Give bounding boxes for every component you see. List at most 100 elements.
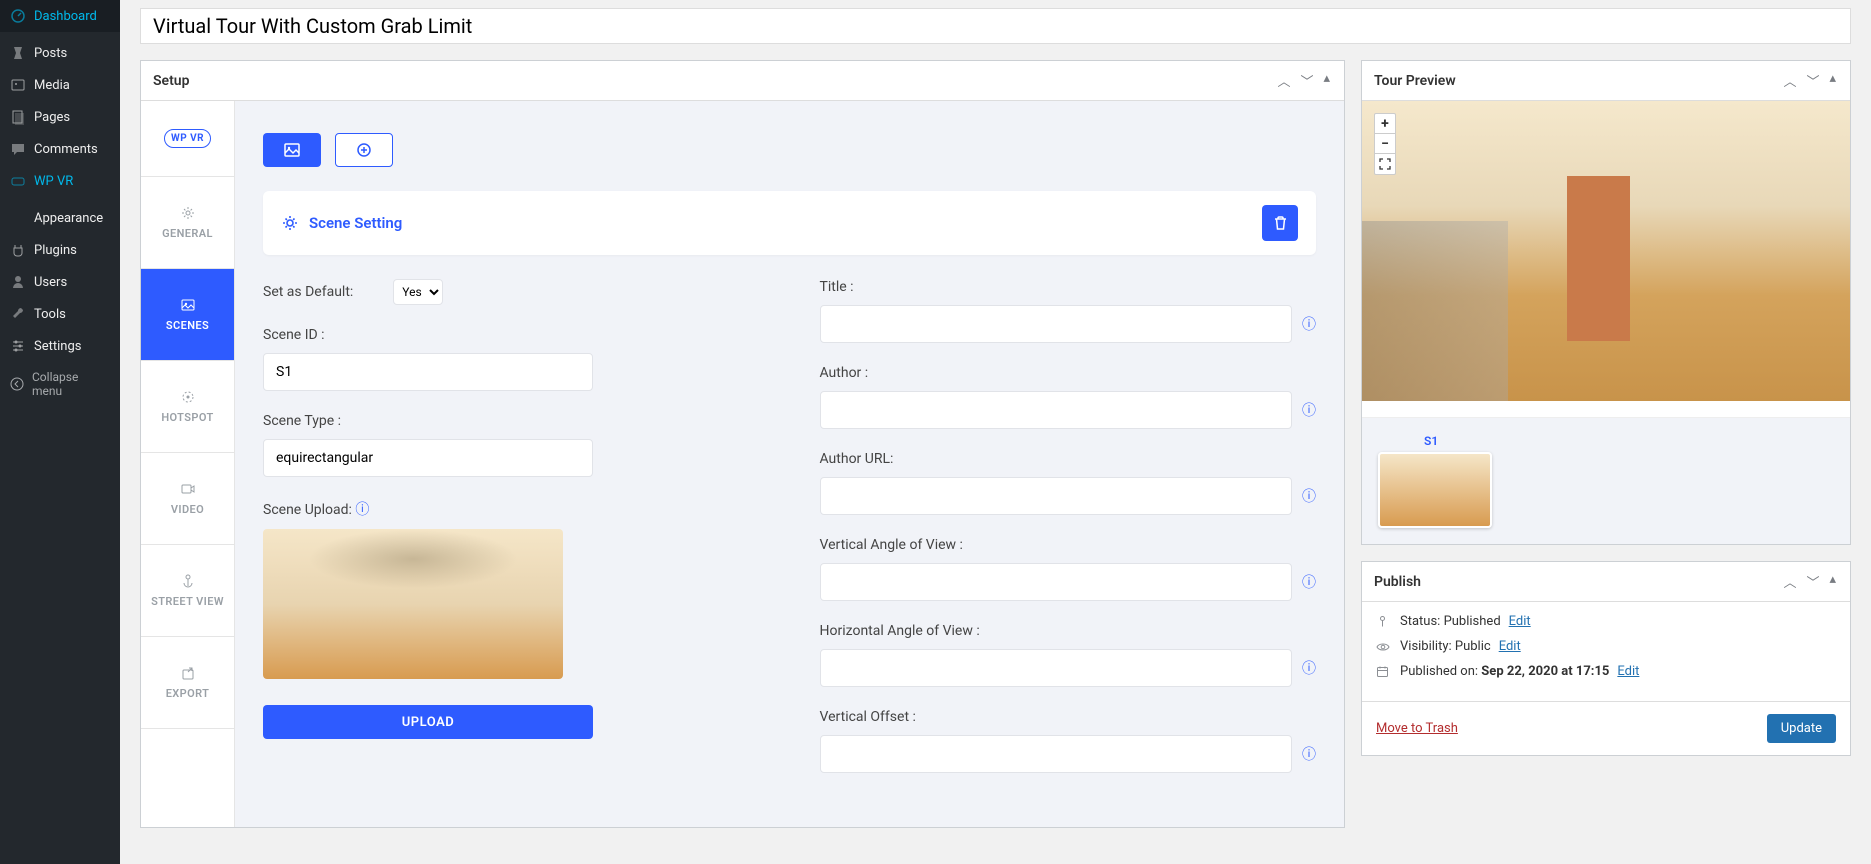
menu-label: Comments (34, 142, 98, 157)
menu-dashboard[interactable]: Dashboard (0, 0, 120, 32)
tour-preview-viewport[interactable]: + − (1362, 101, 1850, 401)
tab-label: STREET VIEW (151, 595, 224, 608)
media-icon (10, 77, 26, 93)
edit-visibility-link[interactable]: Edit (1499, 639, 1521, 654)
setup-metabox: Setup ︿ ﹀ ▴ WP VR (140, 60, 1345, 828)
zoom-out-button[interactable]: − (1375, 134, 1395, 154)
admin-sidebar: Dashboard Posts Media Pages Comments WP … (0, 0, 120, 864)
tab-general[interactable]: GENERAL (141, 177, 234, 269)
panel-down-icon[interactable]: ﹀ (1804, 71, 1821, 90)
users-icon (10, 274, 26, 290)
menu-wpvr[interactable]: WP VR (0, 165, 120, 197)
anchor-icon (180, 573, 196, 589)
title-input[interactable] (820, 305, 1293, 343)
zoom-in-button[interactable]: + (1375, 114, 1395, 134)
v-offset-input[interactable] (820, 735, 1293, 773)
menu-label: Plugins (34, 243, 77, 258)
publish-metabox: Publish ︿ ﹀ ▴ Status: Published Edit (1361, 561, 1851, 756)
gallery-item[interactable]: S1 (1378, 434, 1492, 528)
panel-up-icon[interactable]: ︿ (1275, 71, 1292, 90)
info-icon[interactable]: ⓘ (355, 502, 369, 518)
setup-content-panel: Scene Setting Set as Defa (235, 101, 1344, 827)
edit-date-link[interactable]: Edit (1617, 664, 1639, 679)
v-angle-label: Vertical Angle of View : (820, 537, 1317, 553)
pin-icon (10, 45, 26, 61)
tour-preview-metabox: Tour Preview ︿ ﹀ ▴ + (1361, 60, 1851, 545)
panel-toggle-icon[interactable]: ▴ (1827, 572, 1838, 591)
menu-users[interactable]: Users (0, 266, 120, 298)
tab-street-view[interactable]: STREET VIEW (141, 545, 234, 637)
post-title-input[interactable] (140, 8, 1851, 44)
menu-tools[interactable]: Tools (0, 298, 120, 330)
tab-video[interactable]: VIDEO (141, 453, 234, 545)
panel-toggle-icon[interactable]: ▴ (1321, 71, 1332, 90)
panel-down-icon[interactable]: ﹀ (1298, 71, 1315, 90)
h-angle-input[interactable] (820, 649, 1293, 687)
scene-id-input[interactable] (263, 353, 593, 391)
delete-scene-button[interactable] (1262, 205, 1298, 241)
panel-up-icon[interactable]: ︿ (1781, 71, 1798, 90)
tab-hotspot[interactable]: HOTSPOT (141, 361, 234, 453)
info-icon[interactable]: ⓘ (1302, 486, 1316, 506)
info-icon[interactable]: ⓘ (1302, 572, 1316, 592)
dashboard-icon (10, 8, 26, 24)
menu-appearance[interactable]: Appearance (0, 202, 120, 234)
v-offset-label: Vertical Offset : (820, 709, 1317, 725)
tab-scenes[interactable]: SCENES (141, 269, 234, 361)
scene-gallery: S1 (1362, 417, 1850, 544)
wrench-icon (10, 306, 26, 322)
info-icon[interactable]: ⓘ (1302, 400, 1316, 420)
info-icon[interactable]: ⓘ (1302, 658, 1316, 678)
vr-icon (10, 173, 26, 189)
fullscreen-button[interactable] (1375, 154, 1395, 174)
menu-pages[interactable]: Pages (0, 101, 120, 133)
wpvr-logo: WP VR (141, 101, 234, 177)
setup-tab-rail: WP VR GENERAL SCENES (141, 101, 235, 827)
video-icon (180, 481, 196, 497)
publish-heading: Publish (1374, 574, 1421, 590)
v-angle-input[interactable] (820, 563, 1293, 601)
set-default-select[interactable]: Yes (393, 279, 443, 305)
scene-setting-title: Scene Setting (309, 214, 402, 232)
panel-toggle-icon[interactable]: ▴ (1827, 71, 1838, 90)
export-icon (180, 665, 196, 681)
tab-export[interactable]: EXPORT (141, 637, 234, 729)
upload-button[interactable]: UPLOAD (263, 705, 593, 739)
tab-label: GENERAL (162, 227, 213, 240)
main-content: Setup ︿ ﹀ ▴ WP VR (120, 0, 1871, 864)
gear-icon (281, 214, 299, 232)
menu-plugins[interactable]: Plugins (0, 234, 120, 266)
sliders-icon (10, 338, 26, 354)
move-to-trash-link[interactable]: Move to Trash (1376, 721, 1458, 736)
scene-tab-1[interactable] (263, 133, 321, 167)
scene-tab-add[interactable] (335, 133, 393, 167)
image-icon (284, 143, 300, 157)
menu-label: Appearance (34, 211, 103, 226)
info-icon[interactable]: ⓘ (1302, 744, 1316, 764)
scene-type-label: Scene Type : (263, 413, 760, 429)
menu-posts[interactable]: Posts (0, 37, 120, 69)
author-label: Author : (820, 365, 1317, 381)
author-input[interactable] (820, 391, 1293, 429)
panel-up-icon[interactable]: ︿ (1781, 572, 1798, 591)
menu-media[interactable]: Media (0, 69, 120, 101)
info-icon[interactable]: ⓘ (1302, 314, 1316, 334)
plus-icon (357, 143, 371, 157)
author-url-input[interactable] (820, 477, 1293, 515)
collapse-menu[interactable]: Collapse menu (0, 362, 120, 406)
title-label: Title : (820, 279, 1317, 295)
pin-icon (1376, 615, 1392, 628)
scene-type-input[interactable] (263, 439, 593, 477)
menu-label: WP VR (34, 174, 73, 189)
trash-icon (1273, 215, 1288, 231)
edit-status-link[interactable]: Edit (1509, 614, 1531, 629)
panel-down-icon[interactable]: ﹀ (1804, 572, 1821, 591)
menu-comments[interactable]: Comments (0, 133, 120, 165)
gallery-thumbnail (1378, 452, 1492, 528)
menu-settings[interactable]: Settings (0, 330, 120, 362)
menu-label: Media (34, 78, 70, 93)
update-button[interactable]: Update (1767, 714, 1836, 743)
tab-label: VIDEO (171, 503, 204, 516)
setup-heading: Setup (153, 73, 189, 89)
crosshair-icon (180, 389, 196, 405)
